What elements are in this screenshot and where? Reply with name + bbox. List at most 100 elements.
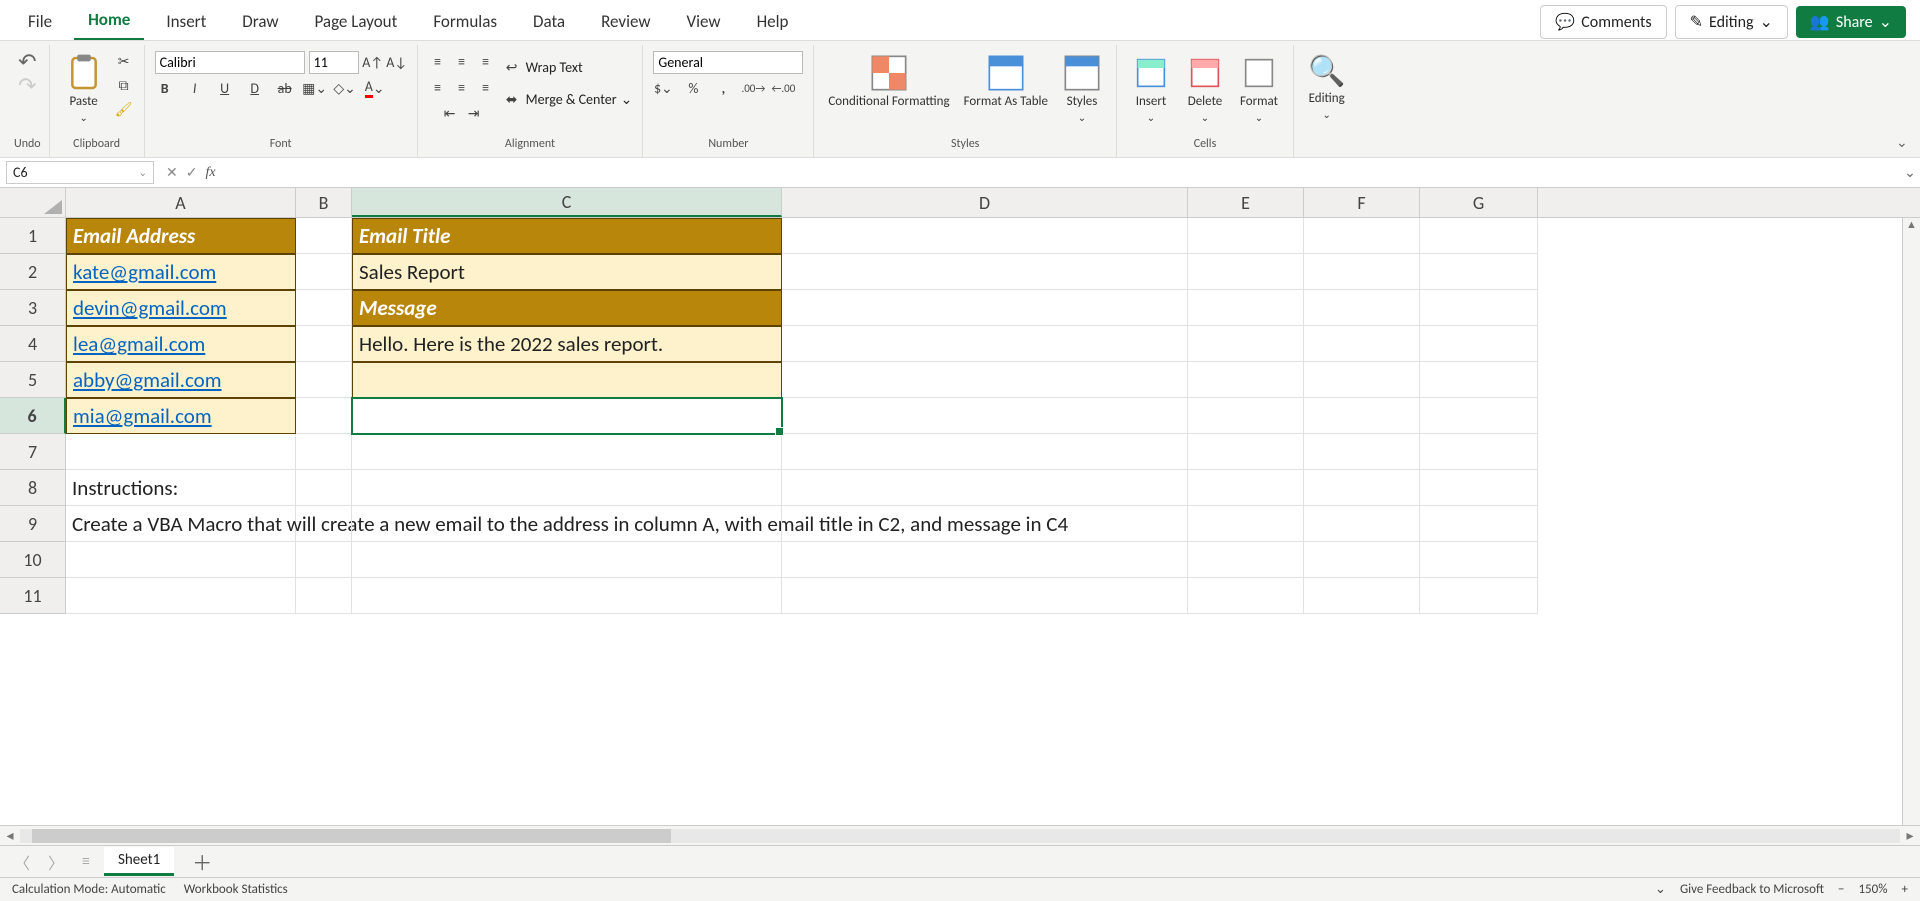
cell-G7[interactable]	[1420, 434, 1538, 470]
font-color-button[interactable]: A⌄	[365, 78, 385, 98]
column-header-E[interactable]: E	[1188, 188, 1304, 217]
cell-G9[interactable]	[1420, 506, 1538, 542]
sheet-tab[interactable]: Sheet1	[104, 847, 174, 876]
row-header-2[interactable]: 2	[0, 254, 66, 290]
align-left-icon[interactable]: ≡	[428, 77, 448, 97]
cell-styles-button[interactable]: Styles ⌄	[1058, 51, 1106, 125]
decrease-font-icon[interactable]: A↓	[387, 53, 407, 73]
cell-A5[interactable]: abby@gmail.com	[66, 362, 296, 398]
cell-G11[interactable]	[1420, 578, 1538, 614]
cell-D11[interactable]	[782, 578, 1188, 614]
wrap-text-button[interactable]: ↩ Wrap Text	[502, 57, 583, 77]
cell-C1[interactable]: Email Title	[352, 218, 782, 254]
row-header-11[interactable]: 11	[0, 578, 66, 614]
tab-draw[interactable]: Draw	[228, 5, 292, 40]
font-size-select[interactable]	[309, 51, 359, 74]
zoom-level[interactable]: 150%	[1858, 882, 1887, 897]
cell-G1[interactable]	[1420, 218, 1538, 254]
cell-B7[interactable]	[296, 434, 352, 470]
cell-C2[interactable]: Sales Report	[352, 254, 782, 290]
cell-F9[interactable]	[1304, 506, 1420, 542]
cell-A7[interactable]	[66, 434, 296, 470]
editing-dropdown-button[interactable]: 🔍 Editing ⌄	[1304, 51, 1349, 122]
tab-insert[interactable]: Insert	[152, 5, 220, 40]
editing-mode-button[interactable]: ✎ Editing ⌄	[1675, 5, 1788, 39]
cell-G6[interactable]	[1420, 398, 1538, 434]
cell-D4[interactable]	[782, 326, 1188, 362]
row-header-10[interactable]: 10	[0, 542, 66, 578]
cell-E7[interactable]	[1188, 434, 1304, 470]
double-underline-button[interactable]: D	[245, 78, 265, 98]
cell-D5[interactable]	[782, 362, 1188, 398]
cell-B10[interactable]	[296, 542, 352, 578]
select-all-corner[interactable]	[0, 188, 66, 217]
row-header-3[interactable]: 3	[0, 290, 66, 326]
cell-B1[interactable]	[296, 218, 352, 254]
cell-D7[interactable]	[782, 434, 1188, 470]
cell-B2[interactable]	[296, 254, 352, 290]
cell-D1[interactable]	[782, 218, 1188, 254]
row-header-5[interactable]: 5	[0, 362, 66, 398]
cell-C11[interactable]	[352, 578, 782, 614]
number-format-select[interactable]	[653, 51, 803, 74]
comments-button[interactable]: 💬 Comments	[1540, 5, 1666, 39]
format-as-table-button[interactable]: Format As Table	[960, 51, 1052, 112]
bold-button[interactable]: B	[155, 78, 175, 98]
borders-button[interactable]: ▦⌄	[305, 78, 325, 98]
increase-decimal-icon[interactable]: .00→	[743, 78, 763, 98]
paste-button[interactable]: Paste ⌄	[60, 51, 108, 125]
cell-A9[interactable]: Create a VBA Macro that will create a ne…	[66, 506, 296, 542]
row-header-1[interactable]: 1	[0, 218, 66, 254]
cell-B4[interactable]	[296, 326, 352, 362]
underline-button[interactable]: U	[215, 78, 235, 98]
copy-icon[interactable]: ⧉	[114, 75, 134, 95]
cell-A2[interactable]: kate@gmail.com	[66, 254, 296, 290]
increase-font-icon[interactable]: A↑	[363, 53, 383, 73]
undo-icon[interactable]: ↶	[17, 51, 37, 71]
all-sheets-icon[interactable]: ≡	[78, 852, 94, 871]
cell-E6[interactable]	[1188, 398, 1304, 434]
cut-icon[interactable]: ✂	[114, 51, 134, 71]
cell-E2[interactable]	[1188, 254, 1304, 290]
tab-formulas[interactable]: Formulas	[419, 5, 511, 40]
name-box[interactable]: C6 ⌄	[6, 161, 154, 184]
cell-F11[interactable]	[1304, 578, 1420, 614]
cell-A6[interactable]: mia@gmail.com	[66, 398, 296, 434]
cell-B9[interactable]	[296, 506, 352, 542]
delete-cells-button[interactable]: Delete⌄	[1181, 51, 1229, 125]
enter-formula-icon[interactable]: ✓	[186, 164, 198, 181]
cell-C8[interactable]	[352, 470, 782, 506]
cell-E5[interactable]	[1188, 362, 1304, 398]
sheet-next-icon[interactable]: 〉	[44, 850, 68, 874]
font-name-select[interactable]	[155, 51, 305, 74]
cell-B3[interactable]	[296, 290, 352, 326]
cell-D3[interactable]	[782, 290, 1188, 326]
cell-C3[interactable]: Message	[352, 290, 782, 326]
cell-G5[interactable]	[1420, 362, 1538, 398]
add-sheet-button[interactable]: ＋	[184, 847, 220, 876]
italic-button[interactable]: I	[185, 78, 205, 98]
cell-A10[interactable]	[66, 542, 296, 578]
align-middle-icon[interactable]: ≡	[452, 51, 472, 71]
column-header-C[interactable]: C	[352, 188, 782, 217]
expand-formula-icon[interactable]: ⌄	[1900, 164, 1920, 181]
zoom-out-icon[interactable]: −	[1838, 882, 1844, 897]
fx-icon[interactable]: fx	[205, 165, 215, 181]
horizontal-scrollbar[interactable]: ◂ ▸	[0, 825, 1920, 845]
cell-E9[interactable]	[1188, 506, 1304, 542]
cell-F7[interactable]	[1304, 434, 1420, 470]
cell-G10[interactable]	[1420, 542, 1538, 578]
align-right-icon[interactable]: ≡	[476, 77, 496, 97]
cell-G3[interactable]	[1420, 290, 1538, 326]
cell-G8[interactable]	[1420, 470, 1538, 506]
strikethrough-button[interactable]: ab	[275, 78, 295, 98]
cell-D10[interactable]	[782, 542, 1188, 578]
cell-D2[interactable]	[782, 254, 1188, 290]
cell-B5[interactable]	[296, 362, 352, 398]
cell-D6[interactable]	[782, 398, 1188, 434]
cell-G4[interactable]	[1420, 326, 1538, 362]
cell-E4[interactable]	[1188, 326, 1304, 362]
increase-indent-icon[interactable]: ⇥	[464, 103, 484, 123]
cell-A8[interactable]: Instructions:	[66, 470, 296, 506]
cell-F6[interactable]	[1304, 398, 1420, 434]
